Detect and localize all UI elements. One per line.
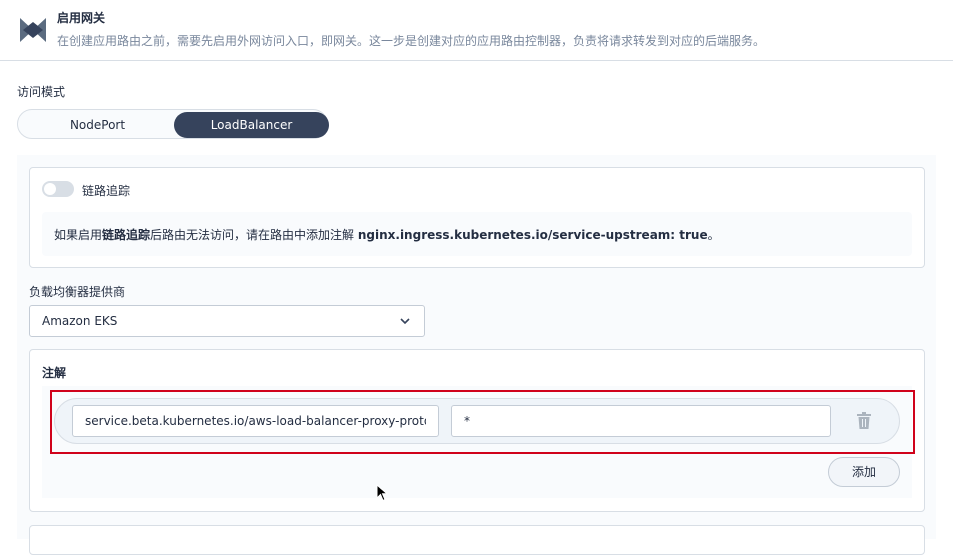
mouse-cursor-icon: [376, 484, 388, 502]
page-title: 启用网关: [57, 11, 106, 25]
access-mode-toggle: NodePort LoadBalancer: [17, 109, 329, 139]
page-description: 在创建应用路由之前，需要先启用外网访问入口，即网关。这一步是创建对应的应用路由控…: [57, 34, 766, 48]
annotations-title: 注解: [42, 366, 67, 380]
tracing-toggle[interactable]: [42, 181, 74, 197]
chevron-down-icon: [400, 318, 410, 325]
provider-label: 负载均衡器提供商: [29, 285, 126, 299]
header-divider: [0, 60, 953, 61]
tracing-label: 链路追踪: [82, 184, 131, 198]
provider-value: Amazon EKS: [42, 314, 118, 328]
access-mode-label: 访问模式: [17, 85, 66, 99]
add-annotation-button[interactable]: 添加: [828, 457, 900, 487]
toggle-knob: [44, 183, 56, 195]
gateway-logo-icon: [20, 18, 46, 42]
mode-loadbalancer-button[interactable]: LoadBalancer: [174, 112, 329, 138]
mode-nodeport-button[interactable]: NodePort: [20, 112, 175, 138]
highlight-box: [50, 390, 915, 454]
next-card: [29, 525, 925, 555]
provider-select[interactable]: Amazon EKS: [29, 305, 425, 337]
tracing-note: 如果启用链路追踪后路由无法访问，请在路由中添加注解 nginx.ingress.…: [54, 228, 720, 242]
tracing-note-code: nginx.ingress.kubernetes.io/service-upst…: [357, 228, 708, 242]
